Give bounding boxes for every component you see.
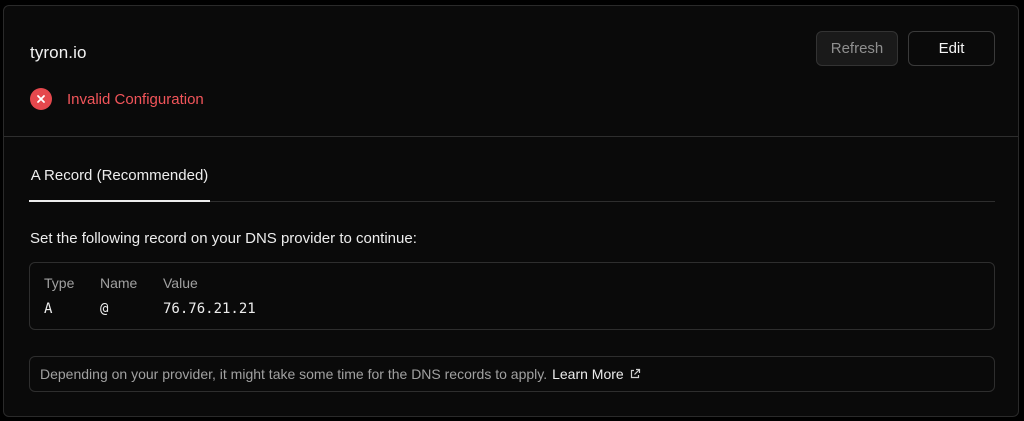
column-header-name: Name: [100, 275, 138, 291]
record-tabs: A Record (Recommended): [29, 151, 995, 202]
record-type: A: [44, 301, 53, 317]
x-circle-icon: [30, 88, 52, 110]
external-link-icon: [629, 368, 641, 380]
propagation-note: Depending on your provider, it might tak…: [29, 356, 995, 392]
card-header: tyron.io Refresh Edit Invalid Configurat…: [4, 6, 1018, 137]
column-header-type: Type: [44, 275, 75, 291]
record-value[interactable]: 76.76.21.21: [163, 301, 256, 317]
note-text: Depending on your provider, it might tak…: [40, 366, 548, 382]
domain-name: tyron.io: [30, 43, 87, 62]
record-name: @: [100, 301, 109, 317]
edit-button[interactable]: Edit: [908, 31, 995, 66]
tab-a-record[interactable]: A Record (Recommended): [29, 151, 210, 202]
refresh-button[interactable]: Refresh: [816, 31, 898, 66]
learn-more-link[interactable]: Learn More: [552, 366, 641, 382]
status-text: Invalid Configuration: [67, 90, 204, 108]
status-row: Invalid Configuration: [30, 88, 204, 110]
learn-more-label: Learn More: [552, 366, 624, 382]
dns-record-table: Type Name Value A @ 76.76.21.21: [29, 262, 995, 330]
domain-card: tyron.io Refresh Edit Invalid Configurat…: [3, 5, 1019, 417]
column-header-value: Value: [163, 275, 198, 291]
instruction-text: Set the following record on your DNS pro…: [30, 230, 417, 247]
